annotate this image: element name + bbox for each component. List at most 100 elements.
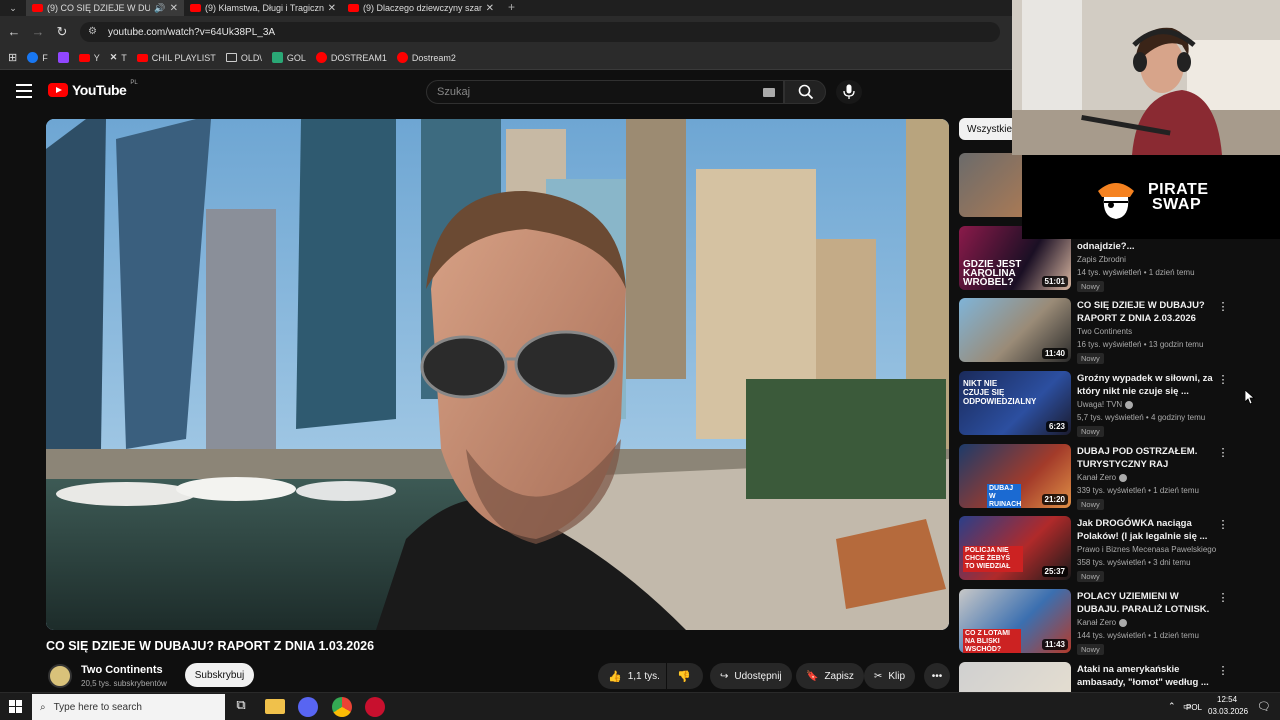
chrome-icon[interactable] xyxy=(332,697,352,717)
tray-chevron-icon[interactable]: ⌃ xyxy=(1168,701,1176,712)
youtube-favicon-icon xyxy=(348,4,359,12)
video-thumbnail[interactable]: POLICJA NIE CHCE ŻEBYŚ TO WIEDZIAŁ 25:37 xyxy=(959,516,1071,580)
more-vertical-icon[interactable]: ⋮ xyxy=(1217,664,1229,678)
site-info-icon[interactable]: ⚙ xyxy=(88,27,100,37)
more-vertical-icon[interactable]: ⋮ xyxy=(1217,591,1229,605)
recommendation-title[interactable]: Groźny wypadek w siłowni, za który nikt … xyxy=(1077,372,1215,398)
reload-icon[interactable]: ↻ xyxy=(54,24,70,40)
file-explorer-icon[interactable] xyxy=(265,699,285,714)
more-vertical-icon[interactable]: ⋮ xyxy=(1217,446,1229,460)
notification-icon[interactable]: 🗨 xyxy=(1257,700,1271,713)
keyboard-icon[interactable] xyxy=(763,88,775,97)
subscribe-button[interactable]: Subskrybuj xyxy=(185,663,254,687)
recommendation-item[interactable]: Ataki na amerykańskie ambasady, "łomot" … xyxy=(959,662,1249,692)
pirate-hat-icon xyxy=(1098,183,1134,219)
more-vertical-icon[interactable]: ⋮ xyxy=(1217,518,1229,532)
menu-icon[interactable] xyxy=(16,84,32,98)
recommendation-channel[interactable]: Two Continents xyxy=(1077,327,1132,336)
duration-badge: 11:43 xyxy=(1041,639,1068,650)
taskbar-search-input[interactable]: ⌕ Type here to search xyxy=(32,694,225,720)
bookmark-icon: 🔖 xyxy=(806,670,819,682)
new-tab-button[interactable]: + xyxy=(508,0,522,16)
apps-grid-icon[interactable]: ⊞ xyxy=(8,51,17,64)
video-thumbnail[interactable]: DUBAJ W RUINACH 21:20 xyxy=(959,444,1071,508)
recommendation-item[interactable]: CO Z LOTAMI NA BLISKI WSCHÓD? 11:43 POLA… xyxy=(959,589,1249,657)
recommendation-title[interactable]: DUBAJ POD OSTRZAŁEM. TURYSTYCZNY RAJ PRZ… xyxy=(1077,445,1215,471)
like-button[interactable]: 👍 1,1 tys. xyxy=(598,663,666,689)
dislike-button[interactable]: 👎 xyxy=(667,663,703,689)
recommendation-title[interactable]: CO SIĘ DZIEJE W DUBAJU? RAPORT Z DNIA 2.… xyxy=(1077,299,1215,325)
recommendation-item[interactable]: POLICJA NIE CHCE ŻEBYŚ TO WIEDZIAŁ 25:37… xyxy=(959,516,1249,584)
video-thumbnail[interactable] xyxy=(959,662,1071,692)
youtube-icon xyxy=(136,53,148,62)
address-bar[interactable]: ⚙ youtube.com/watch?v=64Uk38PL_3A xyxy=(80,22,1000,42)
more-vertical-icon[interactable]: ⋮ xyxy=(1217,300,1229,314)
youtube-icon xyxy=(78,53,90,62)
language-indicator[interactable]: POL xyxy=(1186,703,1202,712)
recommendation-channel[interactable]: Zapis Zbrodni xyxy=(1077,255,1126,264)
recommendation-title[interactable]: Jak DROGÓWKA naciąga Polaków! (I jak leg… xyxy=(1077,517,1215,543)
share-button[interactable]: ↪ Udostępnij xyxy=(710,663,792,689)
video-player[interactable] xyxy=(46,119,949,630)
bookmark-x[interactable]: ✕ T xyxy=(110,52,127,63)
bookmark-gol[interactable]: GOL xyxy=(271,52,306,63)
recommendation-item[interactable]: 11:40 CO SIĘ DZIEJE W DUBAJU? RAPORT Z D… xyxy=(959,298,1249,366)
close-tab-icon[interactable]: ✕ xyxy=(486,3,494,14)
recommendation-title[interactable]: POLACY UZIEMIENI W DUBAJU. PARALIŻ LOTNI… xyxy=(1077,590,1215,616)
speaker-icon[interactable]: 🔊 xyxy=(154,3,165,14)
voice-search-button[interactable] xyxy=(836,80,862,104)
clip-button[interactable]: ✂ Klip xyxy=(864,663,916,689)
discord-icon[interactable] xyxy=(298,697,318,717)
more-actions-button[interactable]: ••• xyxy=(924,663,950,689)
search-input[interactable]: Szukaj xyxy=(426,80,784,104)
recommendation-title[interactable]: Ataki na amerykańskie ambasady, "łomot" … xyxy=(1077,663,1215,689)
browser-tab-2[interactable]: (9) Kłamstwa, Długi i Tragiczne ✕ xyxy=(184,0,342,16)
save-button[interactable]: 🔖 Zapisz xyxy=(796,663,864,689)
bookmark-label: GOL xyxy=(286,52,306,63)
close-tab-icon[interactable]: ✕ xyxy=(170,3,178,14)
subscriber-count: 20,5 tys. subskrybentów xyxy=(81,679,167,688)
clock-date[interactable]: 03.03.2026 xyxy=(1208,707,1248,716)
more-horizontal-icon: ••• xyxy=(931,670,943,682)
video-thumbnail[interactable]: 11:40 xyxy=(959,298,1071,362)
youtube-header: YouTube PL Szukaj xyxy=(0,70,1012,114)
search-button[interactable] xyxy=(784,80,826,104)
browser-tab-3[interactable]: (9) Dlaczego dziewczyny szanu ✕ xyxy=(342,0,500,16)
filter-chip-all[interactable]: Wszystkie xyxy=(959,118,1020,140)
recommendation-channel[interactable]: Prawo i Biznes Mecenasa Pawelskiego xyxy=(1077,545,1216,554)
x-logo-icon: ✕ xyxy=(109,52,118,62)
recommendation-item[interactable]: NIKT NIE CZUJE SIĘ ODPOWIEDZIALNY 6:23 G… xyxy=(959,371,1249,439)
windows-start-icon[interactable] xyxy=(9,700,23,714)
bookmark-facebook[interactable]: F xyxy=(27,52,48,63)
task-view-icon[interactable]: ⧉ xyxy=(231,697,251,717)
bookmark-twitch[interactable] xyxy=(57,52,69,63)
back-arrow-icon[interactable]: ← xyxy=(6,24,22,40)
video-thumbnail[interactable]: CO Z LOTAMI NA BLISKI WSCHÓD? 11:43 xyxy=(959,589,1071,653)
recommendation-channel[interactable]: Kanał Zero xyxy=(1077,618,1128,627)
mouse-cursor-icon xyxy=(1245,390,1255,405)
more-vertical-icon[interactable]: ⋮ xyxy=(1217,373,1229,387)
bookmark-youtube[interactable]: Y xyxy=(78,53,100,63)
channel-name: Kanał Zero xyxy=(1077,618,1117,627)
bookmark-dostream2[interactable]: Dostream2 xyxy=(396,52,456,63)
youtube-favicon-icon xyxy=(32,4,43,12)
bookmark-folder-old[interactable]: OLD\ xyxy=(225,53,262,63)
video-thumbnail[interactable]: NIKT NIE CZUJE SIĘ ODPOWIEDZIALNY 6:23 xyxy=(959,371,1071,435)
channel-avatar[interactable] xyxy=(48,664,72,688)
recommendation-channel[interactable]: Uwaga! TVN xyxy=(1077,400,1134,409)
youtube-favicon-icon xyxy=(190,4,201,12)
forward-arrow-icon[interactable]: → xyxy=(30,24,46,40)
browser-tab-1[interactable]: (9) CO SIĘ DZIEJE W DUBAJU 🔊 ✕ xyxy=(26,0,184,16)
tab-search-menu-button[interactable]: ⌄ xyxy=(4,1,22,15)
recommendation-meta: 5,7 tys. wyświetleń • 4 godziny temu xyxy=(1077,413,1206,422)
bookmark-dostream1[interactable]: DOSTREAM1 xyxy=(315,52,387,63)
youtube-logo[interactable]: YouTube PL xyxy=(48,80,138,98)
recommendation-channel[interactable]: Kanał Zero xyxy=(1077,473,1128,482)
recommendation-item[interactable]: DUBAJ W RUINACH 21:20 DUBAJ POD OSTRZAŁE… xyxy=(959,444,1249,512)
bookmark-label: T xyxy=(121,52,127,63)
obs-icon[interactable] xyxy=(365,697,385,717)
channel-name[interactable]: Two Continents xyxy=(81,664,163,676)
clock-time[interactable]: 12:54 xyxy=(1217,695,1237,704)
bookmark-chil-playlist[interactable]: CHIL PLAYLIST xyxy=(136,53,216,63)
close-tab-icon[interactable]: ✕ xyxy=(328,3,336,14)
